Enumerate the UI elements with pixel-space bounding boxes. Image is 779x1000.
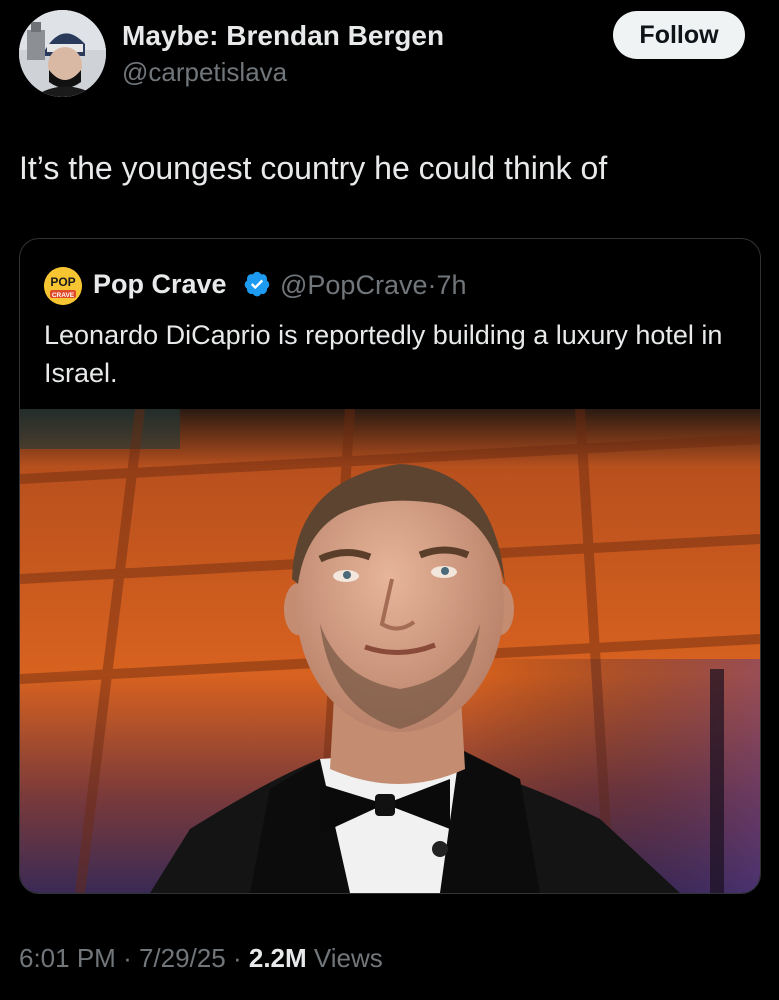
quoted-author-handle[interactable]: @PopCrave xyxy=(280,270,427,300)
views-label: Views xyxy=(313,943,383,973)
quoted-tweet-photo[interactable] xyxy=(20,409,760,893)
tweet-date[interactable]: 7/29/25 xyxy=(139,943,226,973)
follow-button[interactable]: Follow xyxy=(613,11,745,59)
quoted-author-name[interactable]: Pop Crave xyxy=(93,269,227,300)
meta-separator-1: · xyxy=(123,943,132,973)
tweet-meta: 6:01 PM · 7/29/25 · 2.2M Views xyxy=(19,943,383,974)
views-count: 2.2M xyxy=(248,943,307,973)
quoted-tweet-card[interactable]: POP CRAVE Pop Crave @PopCrave·7h Leonard… xyxy=(19,238,761,894)
avatar-photo xyxy=(19,10,106,97)
verified-badge-icon xyxy=(244,271,270,297)
quoted-age[interactable]: 7h xyxy=(436,270,466,300)
author-name[interactable]: Maybe: Brendan Bergen xyxy=(122,20,444,52)
pop-crave-logo: POP CRAVE xyxy=(44,267,82,305)
quoted-handle-line: @PopCrave·7h xyxy=(280,270,467,301)
author-avatar[interactable] xyxy=(19,10,106,97)
quoted-tweet-text: Leonardo DiCaprio is reportedly building… xyxy=(44,320,723,388)
tweet-text: It’s the youngest country he could think… xyxy=(19,150,608,186)
tweet-time[interactable]: 6:01 PM xyxy=(19,943,116,973)
logo-text-top: POP xyxy=(50,275,75,289)
author-handle[interactable]: @carpetislava xyxy=(122,57,287,88)
pop-crave-avatar[interactable]: POP CRAVE xyxy=(44,267,82,305)
logo-text-bottom: CRAVE xyxy=(52,292,75,299)
meta-separator-2: · xyxy=(232,943,242,973)
